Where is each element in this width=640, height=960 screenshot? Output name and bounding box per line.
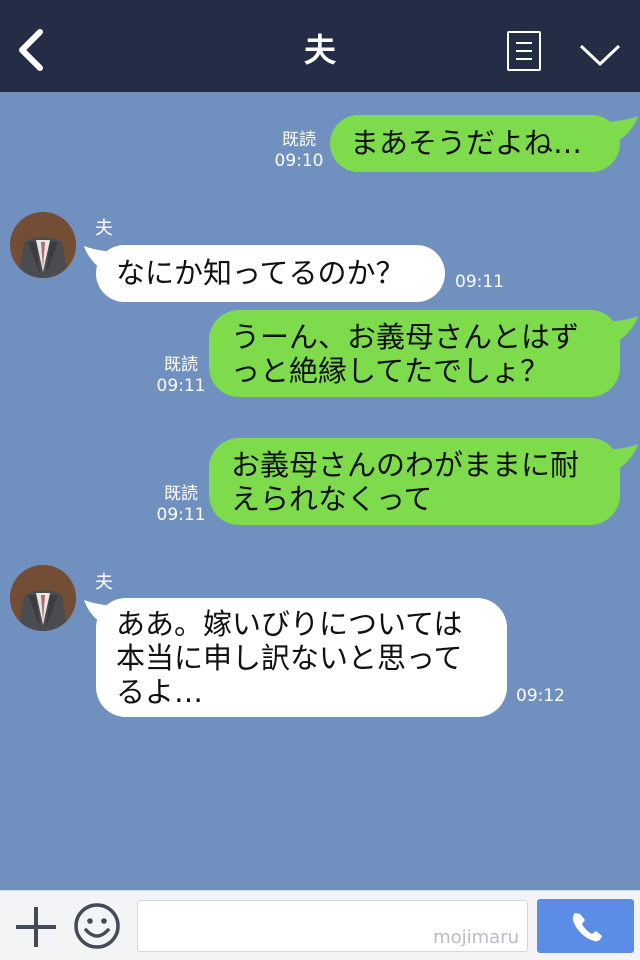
message-text: お義母さんのわがままに耐 えられなくって xyxy=(231,448,580,516)
input-bar: mojimaru xyxy=(0,890,640,960)
phone-icon xyxy=(572,913,602,942)
emoji-icon[interactable] xyxy=(73,902,121,950)
read-label: 既読 xyxy=(164,355,198,375)
read-receipt: 既読 09:11 xyxy=(154,484,208,526)
message-time: 09:12 xyxy=(516,686,565,706)
sender-name: 夫 xyxy=(95,218,113,239)
message-bubble[interactable]: まあそうだよね… xyxy=(330,115,620,172)
message-bubble[interactable]: なにか知ってるのか？ xyxy=(96,245,445,302)
message-time: 09:10 xyxy=(274,151,324,171)
chat-title: 夫 xyxy=(303,31,336,69)
chat-header: 夫 xyxy=(0,0,640,92)
read-label: 既読 xyxy=(164,484,198,504)
chevron-down-icon[interactable] xyxy=(578,40,622,68)
message-bubble[interactable]: ああ。嫁いびりについては 本当に申し訳ないと思って るよ… xyxy=(96,598,507,717)
read-label: 既読 xyxy=(282,130,316,150)
plus-icon[interactable] xyxy=(14,905,58,949)
read-receipt: 既読 09:11 xyxy=(154,355,208,397)
read-receipt: 既読 09:10 xyxy=(274,130,324,172)
back-arrow-icon[interactable] xyxy=(14,28,50,72)
message-time: 09:11 xyxy=(156,505,206,525)
note-menu-icon[interactable] xyxy=(507,31,541,71)
sender-name: 夫 xyxy=(95,572,113,593)
message-time: 09:11 xyxy=(156,376,206,396)
avatar[interactable] xyxy=(10,565,76,631)
call-button[interactable] xyxy=(537,899,634,953)
avatar[interactable] xyxy=(10,212,76,278)
message-time: 09:11 xyxy=(455,272,504,292)
message-text: なにか知ってるのか？ xyxy=(116,256,405,290)
watermark-text: mojimaru xyxy=(433,927,519,948)
message-bubble[interactable]: うーん、お義母さんとはず っと絶縁してたでしょ？ xyxy=(209,310,620,397)
message-area[interactable]: 既読 09:10 まあそうだよね… 夫 なにか知ってるのか？ 09:11 既読 … xyxy=(0,92,640,890)
message-text: ああ。嫁いびりについては 本当に申し訳ないと思って るよ… xyxy=(116,607,463,709)
message-bubble[interactable]: お義母さんのわがままに耐 えられなくって xyxy=(209,438,620,525)
message-text: まあそうだよね… xyxy=(350,126,583,160)
message-text: うーん、お義母さんとはず っと絶縁してたでしょ？ xyxy=(231,320,580,388)
message-input[interactable]: mojimaru xyxy=(137,900,528,952)
